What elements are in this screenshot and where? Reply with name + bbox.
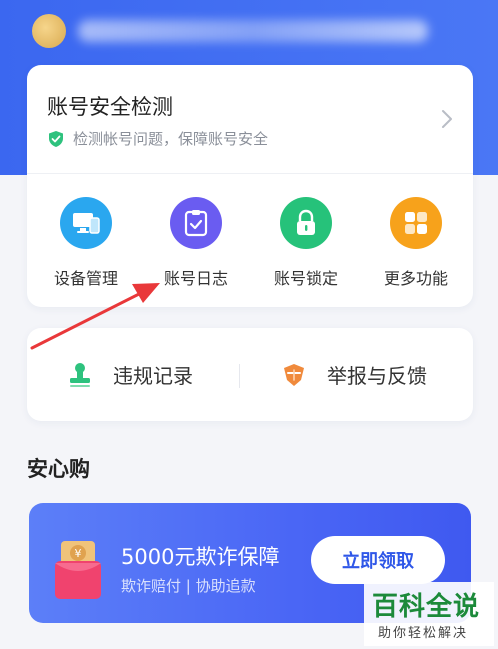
watermark-sub: 助你轻松解决 bbox=[378, 626, 469, 641]
red-arrow-annotation bbox=[30, 283, 160, 350]
watermark-main: 百科全说 bbox=[372, 592, 481, 622]
watermark: 百科全说 助你轻松解决 bbox=[364, 582, 494, 646]
